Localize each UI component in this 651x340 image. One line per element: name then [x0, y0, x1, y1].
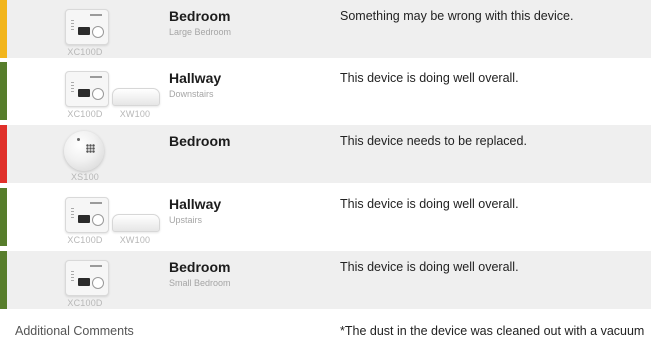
- device-images: XS100: [60, 125, 160, 183]
- room-location: Upstairs: [169, 215, 203, 225]
- device-image: XC100D: [60, 257, 110, 309]
- device-images: XC100D: [60, 0, 160, 58]
- comments-text: *The dust in the device was cleaned out …: [340, 324, 645, 338]
- device-model-label: XC100D: [67, 298, 103, 308]
- device-image: XS100: [60, 131, 110, 183]
- device-images: XC100D XW100: [60, 62, 160, 120]
- status-indicator-good: [0, 188, 7, 246]
- room-name: Hallway: [169, 70, 222, 86]
- co-detector-icon: [65, 260, 109, 296]
- room-name: Bedroom: [169, 259, 231, 275]
- device-image: XW100: [110, 194, 160, 246]
- room-name: Hallway: [169, 196, 222, 212]
- device-model-label: XC100D: [67, 235, 103, 245]
- device-row: XC100D XW100 Hallway Upstairs This devic…: [0, 188, 651, 246]
- device-status-text: This device is doing well overall.: [340, 197, 519, 211]
- device-status-text: Something may be wrong with this device.: [340, 9, 574, 23]
- device-model-label: XS100: [70, 172, 100, 182]
- device-model-label: XW100: [119, 109, 151, 119]
- room-location: Small Bedroom: [169, 278, 231, 288]
- co-detector-icon: [65, 197, 109, 233]
- status-indicator-warning: [0, 0, 7, 58]
- room-name: Bedroom: [169, 133, 231, 149]
- co-detector-icon: [65, 71, 109, 107]
- device-row: XC100D Bedroom Small Bedroom This device…: [0, 251, 651, 309]
- wireless-sensor-icon: [112, 88, 160, 106]
- room-location: Downstairs: [169, 89, 214, 99]
- wireless-sensor-icon: [112, 214, 160, 232]
- status-indicator-good: [0, 251, 7, 309]
- device-row: XC100D XW100 Hallway Downstairs This dev…: [0, 62, 651, 120]
- device-model-label: XW100: [119, 235, 151, 245]
- device-status-text: This device is doing well overall.: [340, 260, 519, 274]
- comments-label: Additional Comments: [15, 324, 134, 338]
- room-name: Bedroom: [169, 8, 231, 24]
- device-row: XS100 Bedroom This device needs to be re…: [0, 125, 651, 183]
- device-image: XC100D: [60, 6, 110, 58]
- device-images: XC100D XW100: [60, 188, 160, 246]
- smoke-detector-icon: [64, 131, 104, 171]
- additional-comments: Additional Comments *The dust in the dev…: [0, 318, 651, 340]
- device-model-label: XC100D: [67, 47, 103, 57]
- device-images: XC100D: [60, 251, 160, 309]
- status-indicator-critical: [0, 125, 7, 183]
- co-detector-icon: [65, 9, 109, 45]
- device-row: XC100D Bedroom Large Bedroom Something m…: [0, 0, 651, 58]
- device-image: XC100D: [60, 68, 110, 120]
- device-status-text: This device is doing well overall.: [340, 71, 519, 85]
- device-status-text: This device needs to be replaced.: [340, 134, 527, 148]
- device-image: XW100: [110, 68, 160, 120]
- room-location: Large Bedroom: [169, 27, 232, 37]
- device-model-label: XC100D: [67, 109, 103, 119]
- device-image: XC100D: [60, 194, 110, 246]
- status-indicator-good: [0, 62, 7, 120]
